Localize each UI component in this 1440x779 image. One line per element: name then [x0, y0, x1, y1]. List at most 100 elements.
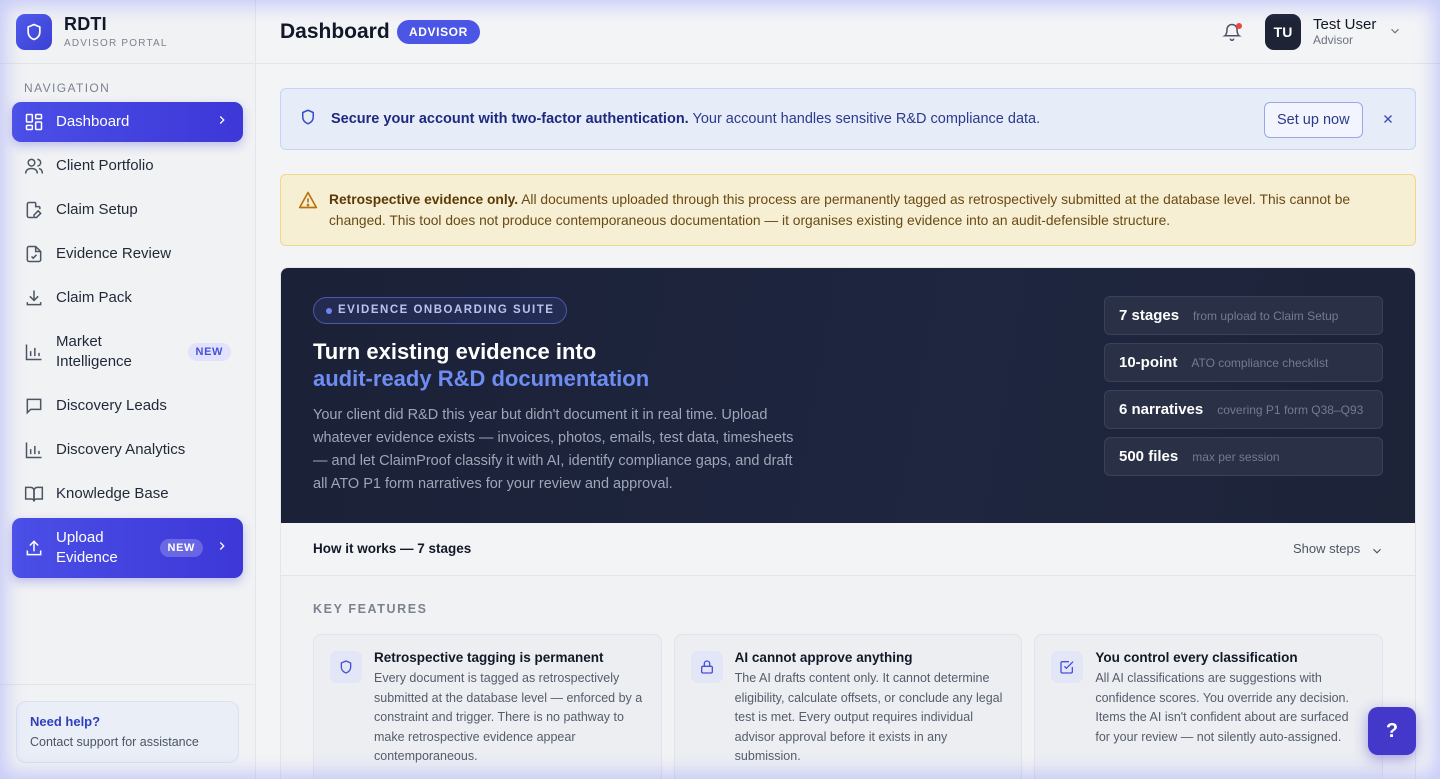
sidebar-item-client-portfolio[interactable]: Client Portfolio [12, 146, 243, 186]
two-factor-bold: Secure your account with two-factor auth… [331, 111, 689, 127]
sidebar-item-discovery-analytics[interactable]: Discovery Analytics [12, 430, 243, 470]
chevron-down-icon[interactable] [1388, 24, 1402, 43]
sidebar-item-label: Evidence Review [56, 245, 172, 262]
sidebar-item-dashboard[interactable]: Dashboard [12, 102, 243, 142]
page-title: Dashboard [280, 20, 390, 43]
sidebar-divider [0, 684, 255, 685]
main-content: Secure your account with two-factor auth… [280, 88, 1416, 779]
sidebar-item-label: Knowledge Base [56, 485, 169, 502]
brand[interactable]: RDTI ADVISOR PORTAL [0, 0, 255, 64]
suite-pill: EVIDENCE ONBOARDING SUITE [313, 297, 568, 324]
feature-text: Every document is tagged as retrospectiv… [374, 671, 643, 763]
bar-chart-icon [24, 440, 44, 460]
sidebar-item-label: Market Intelligence [56, 333, 132, 370]
brand-title: RDTI [64, 14, 107, 34]
users-icon [24, 156, 44, 176]
two-factor-text: Your account handles sensitive R&D compl… [688, 111, 1041, 127]
stat-value: ATO compliance checklist [1191, 355, 1329, 370]
stat-value: max per session [1192, 449, 1280, 464]
help-subtitle: Contact support for assistance [30, 735, 199, 749]
help-fab-button[interactable]: ? [1368, 707, 1416, 755]
show-steps-toggle[interactable]: Show steps [1293, 541, 1360, 556]
help-card[interactable]: Need help? Contact support for assistanc… [16, 701, 239, 763]
user-role: Advisor [1313, 33, 1354, 47]
sidebar-item-claim-setup[interactable]: Claim Setup [12, 190, 243, 230]
brand-subtitle: ADVISOR PORTAL [64, 38, 168, 49]
shield-icon [299, 108, 317, 131]
warning-triangle-icon [298, 190, 318, 216]
feature-title: AI cannot approve anything [734, 650, 913, 665]
chevron-right-icon [215, 113, 229, 131]
onboarding-suite-card: EVIDENCE ONBOARDING SUITE Turn existing … [280, 267, 1416, 779]
how-it-works-title: How it works — 7 stages [313, 541, 472, 556]
upload-icon [24, 538, 44, 558]
feature-card: You control every classification All AI … [1034, 634, 1384, 779]
topbar: Dashboard ADVISOR TU Test User Advisor [256, 0, 1440, 64]
feature-text: All AI classifications are suggestions w… [1095, 671, 1349, 744]
stat-key: 10-point [1119, 354, 1178, 371]
two-factor-message: Secure your account with two-factor auth… [331, 111, 1040, 127]
check-square-icon [1051, 651, 1084, 683]
stat-key: 7 stages [1119, 307, 1180, 324]
role-badge: ADVISOR [397, 20, 480, 44]
how-it-works-bar[interactable]: How it works — 7 stages Show steps [281, 523, 1415, 576]
stat-key: 500 files [1119, 448, 1179, 465]
shield-logo-icon [16, 13, 52, 50]
notifications-button[interactable] [1220, 20, 1244, 44]
sidebar-item-market-intelligence[interactable]: Market Intelligence NEW [12, 322, 243, 382]
feature-title: You control every classification [1095, 650, 1298, 665]
message-square-icon [24, 396, 44, 416]
sidebar-item-label: Claim Pack [56, 289, 132, 306]
stat-value: from upload to Claim Setup [1193, 308, 1339, 323]
notification-dot [1236, 23, 1242, 29]
stat-card: 500 files max per session [1104, 437, 1383, 476]
close-icon[interactable] [1378, 109, 1398, 129]
stat-card: 6 narratives covering P1 form Q38–Q93 [1104, 390, 1383, 429]
sidebar-item-knowledge-base[interactable]: Knowledge Base [12, 474, 243, 514]
feature-text: The AI drafts content only. It cannot de… [734, 671, 1003, 763]
hero-heading-line2: audit-ready R&D documentation [313, 366, 650, 391]
feature-card: Retrospective tagging is permanent Every… [313, 634, 662, 779]
download-icon [24, 288, 44, 308]
stat-card: 10-point ATO compliance checklist [1104, 343, 1383, 382]
sidebar-item-evidence-review[interactable]: Evidence Review [12, 234, 243, 274]
sidebar-item-label: Discovery Leads [56, 397, 167, 414]
sidebar-item-label: Discovery Analytics [56, 441, 186, 458]
sidebar: RDTI ADVISOR PORTAL NAVIGATION Dashboard… [0, 0, 256, 779]
bar-chart-icon [24, 342, 44, 362]
shield-icon [330, 651, 362, 683]
user-name[interactable]: Test User [1313, 16, 1376, 33]
stat-value: covering P1 form Q38–Q93 [1217, 402, 1364, 417]
sidebar-item-discovery-leads[interactable]: Discovery Leads [12, 386, 243, 426]
new-badge: NEW [159, 539, 203, 557]
sidebar-item-label: Dashboard [56, 113, 130, 130]
file-check-icon [24, 244, 44, 264]
nav-heading: NAVIGATION [24, 81, 111, 95]
key-features: KEY FEATURES Retrospective tagging is pe… [281, 576, 1415, 779]
features-title: KEY FEATURES [313, 602, 428, 616]
features-grid: Retrospective tagging is permanent Every… [313, 634, 1384, 779]
feature-title: Retrospective tagging is permanent [374, 650, 604, 665]
sidebar-item-claim-pack[interactable]: Claim Pack [12, 278, 243, 318]
sidebar-item-upload-evidence[interactable]: Upload Evidence NEW [12, 518, 243, 578]
new-badge: NEW [187, 343, 231, 361]
file-edit-icon [24, 200, 44, 220]
stat-key: 6 narratives [1119, 401, 1204, 418]
setup-2fa-button[interactable]: Set up now [1264, 102, 1363, 138]
feature-card: AI cannot approve anything The AI drafts… [673, 634, 1023, 779]
chevron-right-icon [215, 539, 229, 557]
retrospective-warning-banner: Retrospective evidence only. All documen… [280, 174, 1416, 246]
sidebar-nav: Dashboard Client Portfolio Claim Setup E… [0, 102, 255, 578]
sidebar-item-label: Client Portfolio [56, 157, 154, 174]
avatar[interactable]: TU [1265, 14, 1301, 50]
warning-bold: Retrospective evidence only. [329, 192, 519, 207]
stat-card: 7 stages from upload to Claim Setup [1104, 296, 1383, 335]
stats-list: 7 stages from upload to Claim Setup 10-p… [1104, 296, 1383, 484]
sidebar-item-label: Upload Evidence [56, 529, 118, 566]
chevron-down-icon[interactable] [1370, 544, 1384, 563]
hero-heading-line1: Turn existing evidence into [313, 339, 597, 364]
book-icon [24, 484, 44, 504]
two-factor-banner: Secure your account with two-factor auth… [280, 88, 1416, 150]
help-title: Need help? [30, 714, 101, 729]
sidebar-item-label: Claim Setup [56, 201, 138, 218]
